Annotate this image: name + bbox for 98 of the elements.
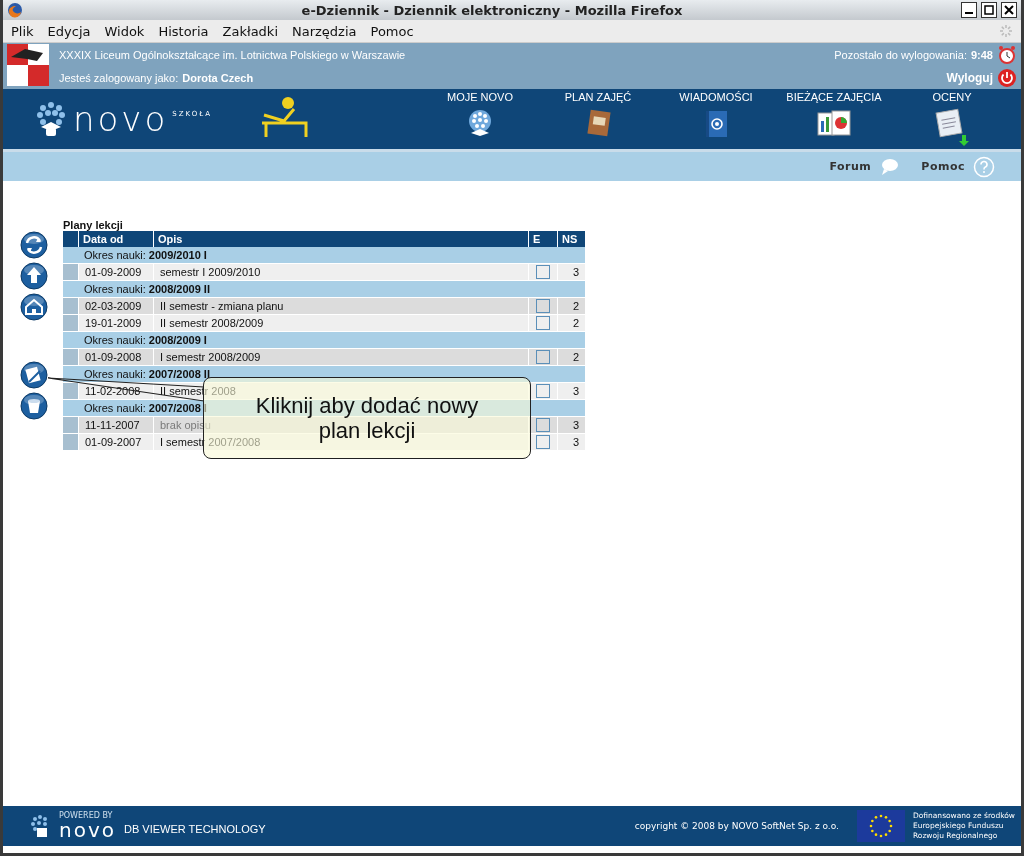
toolbar-button[interactable] bbox=[19, 262, 49, 290]
close-icon bbox=[1004, 5, 1014, 15]
ns-cell: 3 bbox=[557, 264, 585, 281]
description-cell: II semestr 2008/2009 bbox=[153, 315, 528, 332]
maximize-icon bbox=[984, 5, 994, 15]
trash-icon bbox=[19, 392, 49, 420]
date-cell: 11-11-2007 bbox=[78, 417, 153, 434]
checkbox[interactable] bbox=[536, 299, 550, 313]
checkbox[interactable] bbox=[536, 435, 550, 449]
menu-item[interactable]: Zakładki bbox=[222, 23, 278, 39]
description-cell: semestr I 2009/2010 bbox=[153, 264, 528, 281]
nav-label: MOJE NOVO bbox=[447, 91, 513, 103]
section-title: Plany lekcji bbox=[63, 219, 124, 231]
date-cell: 02-03-2009 bbox=[78, 298, 153, 315]
footer-brand-logo-text: novo bbox=[59, 820, 116, 840]
nav-label: PLAN ZAJĘĆ bbox=[564, 91, 632, 103]
column-header: E bbox=[528, 231, 557, 247]
row-marker bbox=[63, 417, 78, 434]
row-marker bbox=[63, 349, 78, 366]
toolbar-button[interactable] bbox=[19, 231, 49, 259]
minimize-icon bbox=[965, 12, 973, 14]
user-name: Dorota Czech bbox=[182, 71, 254, 84]
power-icon bbox=[997, 67, 1017, 88]
help-icon bbox=[973, 155, 995, 178]
nav-link[interactable]: PLAN ZAJĘĆ bbox=[539, 91, 657, 147]
ns-cell: 3 bbox=[557, 417, 585, 434]
checkbox[interactable] bbox=[536, 350, 550, 364]
row-marker bbox=[63, 383, 78, 400]
checkbox[interactable] bbox=[536, 265, 550, 279]
menu-item[interactable]: Historia bbox=[158, 23, 209, 39]
window-title: e-Dziennik - Dziennik elektroniczny - Mozilla Firefox bbox=[300, 2, 684, 18]
speech-bubble-icon bbox=[879, 157, 900, 176]
toolbar-button[interactable] bbox=[19, 361, 49, 389]
row-marker bbox=[63, 434, 78, 451]
ns-cell: 2 bbox=[557, 298, 585, 315]
checkbox[interactable] bbox=[536, 316, 550, 330]
refresh-icon bbox=[19, 231, 49, 259]
technology-label: DB VIEWER TECHNOLOGY bbox=[124, 823, 267, 835]
menu-item[interactable]: Edycja bbox=[47, 23, 91, 39]
brand-logo-text: novo bbox=[73, 102, 169, 136]
home-icon bbox=[19, 293, 49, 321]
row-marker bbox=[63, 281, 78, 298]
documents-icon bbox=[932, 107, 972, 147]
toolbar-button[interactable] bbox=[19, 392, 49, 420]
menu-item[interactable]: Plik bbox=[11, 23, 34, 39]
copyright-text: copyright © 2008 by NOVO SoftNet Sp. z o.o. bbox=[634, 821, 839, 831]
user-label: Jesteś zalogowany jako: bbox=[59, 71, 179, 84]
group-row: Okres nauki: 2009/2010 I bbox=[78, 247, 585, 264]
row-marker bbox=[63, 247, 78, 264]
row-marker bbox=[63, 332, 78, 349]
loading-spinner-icon bbox=[999, 24, 1013, 38]
timeout-value: 9:48 bbox=[970, 48, 993, 61]
column-header bbox=[63, 231, 78, 247]
column-header: Data od bbox=[78, 231, 153, 247]
close-button[interactable] bbox=[1001, 2, 1017, 18]
description-cell: I semestr 2008/2009 bbox=[153, 349, 528, 366]
ns-cell: 3 bbox=[557, 434, 585, 451]
menu-item[interactable]: Widok bbox=[104, 23, 145, 39]
nav-link[interactable]: OCENY bbox=[893, 91, 1011, 147]
row-marker bbox=[63, 315, 78, 332]
ns-cell: 2 bbox=[557, 315, 585, 332]
nav-label: OCENY bbox=[932, 91, 972, 103]
edit-icon bbox=[19, 361, 49, 389]
top-link[interactable]: Pomoc bbox=[921, 155, 995, 178]
toolbar-button[interactable] bbox=[19, 293, 49, 321]
date-cell: 01-09-2009 bbox=[78, 264, 153, 281]
checkbox[interactable] bbox=[536, 418, 550, 432]
browser-logo-icon bbox=[7, 2, 23, 18]
nav-link[interactable]: BIEŻĄCE ZAJĘCIA bbox=[775, 91, 893, 147]
group-row: Okres nauki: 2008/2009 I bbox=[78, 332, 585, 349]
date-cell: 01-09-2008 bbox=[78, 349, 153, 366]
description-cell: II semestr - zmiana planu bbox=[153, 298, 528, 315]
group-row: Okres nauki: 2007/2008 II bbox=[78, 366, 585, 383]
nav-link[interactable]: MOJE NOVO bbox=[421, 91, 539, 147]
timeout-label: Pozostało do wylogowania: bbox=[834, 48, 967, 61]
menu-item[interactable]: Pomoc bbox=[370, 23, 414, 39]
powered-by-label: POWERED BY bbox=[59, 812, 114, 820]
nav-label: WIADOMOŚCI bbox=[679, 91, 753, 103]
minimize-button[interactable] bbox=[961, 2, 977, 18]
menu-item[interactable]: Narzędzia bbox=[292, 23, 357, 39]
date-cell: 19-01-2009 bbox=[78, 315, 153, 332]
column-header: NS bbox=[557, 231, 585, 247]
column-header: Opis bbox=[153, 231, 528, 247]
maximize-button[interactable] bbox=[981, 2, 997, 18]
nav-link[interactable]: WIADOMOŚCI bbox=[657, 91, 775, 147]
school-emblem-icon bbox=[7, 43, 49, 87]
row-marker bbox=[63, 298, 78, 315]
school-name: XXXIX Liceum Ogólnokształcące im. Lotnictwa Polskiego w Warszawie bbox=[59, 48, 407, 61]
top-link[interactable]: Forum bbox=[829, 157, 900, 176]
alarm-clock-icon bbox=[997, 44, 1017, 65]
ns-cell: 3 bbox=[557, 383, 585, 400]
eu-flag-icon bbox=[856, 810, 905, 842]
checkbox[interactable] bbox=[536, 384, 550, 398]
nav-label: BIEŻĄCE ZAJĘCIA bbox=[786, 91, 882, 103]
date-cell: 01-09-2007 bbox=[78, 434, 153, 451]
group-row: Okres nauki: 2008/2009 II bbox=[78, 281, 585, 298]
row-marker bbox=[63, 264, 78, 281]
ns-cell: 2 bbox=[557, 349, 585, 366]
